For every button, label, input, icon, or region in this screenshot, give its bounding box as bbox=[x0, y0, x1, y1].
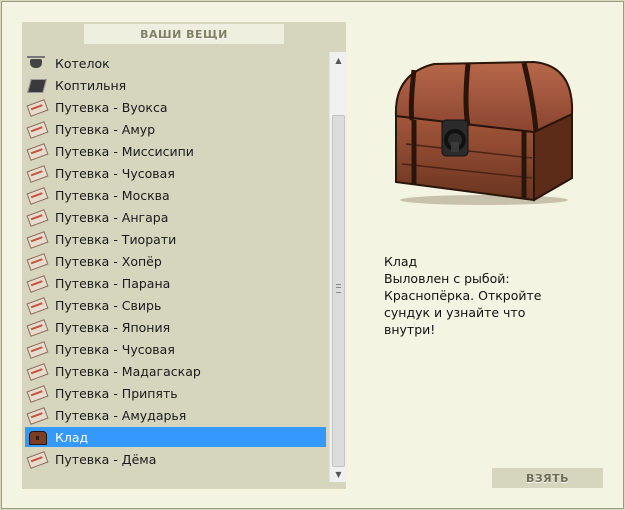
ticket-icon bbox=[26, 209, 49, 227]
list-item-label: Путевка - Амударья bbox=[55, 407, 187, 423]
ticket-icon bbox=[26, 297, 49, 315]
list-item[interactable]: Путевка - Хопёр bbox=[25, 251, 326, 271]
ticket-icon bbox=[26, 407, 49, 425]
list-item[interactable]: Путевка - Припять bbox=[25, 383, 326, 403]
ticket-icon bbox=[26, 319, 49, 337]
ticket-icon bbox=[26, 187, 49, 205]
panel-title: ВАШИ ВЕЩИ bbox=[84, 24, 284, 44]
list-item[interactable]: Путевка - Япония bbox=[25, 317, 326, 337]
list-item-label: Путевка - Амур bbox=[55, 121, 156, 137]
take-button[interactable]: ВЗЯТЬ bbox=[492, 468, 603, 488]
ticket-icon bbox=[26, 253, 49, 271]
ticket-icon bbox=[26, 231, 49, 249]
scroll-down-arrow-icon[interactable]: ▼ bbox=[330, 466, 347, 482]
list-item[interactable]: Путевка - Москва bbox=[25, 185, 326, 205]
ticket-icon bbox=[26, 385, 49, 403]
scrollbar-thumb[interactable] bbox=[332, 115, 345, 467]
list-item-label: Коптильня bbox=[55, 77, 127, 93]
description-line: сундук и узнайте что bbox=[384, 305, 526, 320]
list-item-label: Путевка - Чусовая bbox=[55, 165, 175, 181]
list-item[interactable]: Путевка - Парана bbox=[25, 273, 326, 293]
list-item[interactable]: Коптильня bbox=[25, 75, 326, 95]
treasure-chest-image bbox=[394, 60, 574, 205]
list-item[interactable]: Путевка - Свирь bbox=[25, 295, 326, 315]
list-item[interactable]: Путевка - Вуокса bbox=[25, 97, 326, 117]
list-item[interactable]: Путевка - Тиорати bbox=[25, 229, 326, 249]
list-item[interactable]: Путевка - Мадагаскар bbox=[25, 361, 326, 381]
list-item-label: Путевка - Свирь bbox=[55, 297, 162, 313]
list-item[interactable]: Путевка - Дёма bbox=[25, 449, 326, 469]
smoker-icon bbox=[27, 77, 47, 93]
list-item-label: Путевка - Чусовая bbox=[55, 341, 175, 357]
pot-icon bbox=[27, 55, 47, 71]
list-item-label: Путевка - Дёма bbox=[55, 451, 157, 467]
list-item[interactable]: Путевка - Амур bbox=[25, 119, 326, 139]
list-item-label: Путевка - Мадагаскар bbox=[55, 363, 201, 379]
scroll-up-arrow-icon[interactable]: ▲ bbox=[330, 52, 347, 68]
list-item-label: Путевка - Вуокса bbox=[55, 99, 168, 115]
items-list: Котелок Коптильня Путевка - Вуокса Путевка … bbox=[24, 52, 328, 482]
list-item-label: Путевка - Припять bbox=[55, 385, 178, 401]
description-line: внутри! bbox=[384, 322, 436, 337]
ticket-icon bbox=[26, 165, 49, 183]
list-scrollbar[interactable]: ▲ ▼ bbox=[329, 52, 347, 482]
description-line: Краснопёрка. Откройте bbox=[384, 288, 542, 303]
ticket-icon bbox=[26, 121, 49, 139]
list-item-label: Котелок bbox=[55, 55, 110, 71]
list-item-label: Путевка - Парана bbox=[55, 275, 171, 291]
ticket-icon bbox=[26, 363, 49, 381]
list-item[interactable]: Путевка - Миссисипи bbox=[25, 141, 326, 161]
item-description: Клад Выловлен с рыбой: Краснопёрка. Откр… bbox=[384, 253, 584, 338]
list-item[interactable]: Путевка - Чусовая bbox=[25, 339, 326, 359]
ticket-icon bbox=[26, 341, 49, 359]
list-item-label: Клад bbox=[55, 429, 89, 445]
list-item[interactable]: Путевка - Амударья bbox=[25, 405, 326, 425]
list-item[interactable]: Путевка - Чусовая bbox=[25, 163, 326, 183]
list-item-label: Путевка - Ангара bbox=[55, 209, 169, 225]
ticket-icon bbox=[26, 451, 49, 469]
list-item-label: Путевка - Москва bbox=[55, 187, 170, 203]
ticket-icon bbox=[26, 143, 49, 161]
list-item[interactable]: Клад bbox=[25, 427, 326, 447]
chest-icon bbox=[27, 429, 47, 445]
list-item-label: Путевка - Миссисипи bbox=[55, 143, 194, 159]
list-item[interactable]: Котелок bbox=[25, 53, 326, 73]
ticket-icon bbox=[26, 99, 49, 117]
item-name: Клад bbox=[384, 254, 418, 269]
description-line: Выловлен с рыбой: bbox=[384, 271, 510, 286]
list-item-label: Путевка - Япония bbox=[55, 319, 171, 335]
ticket-icon bbox=[26, 275, 49, 293]
list-item[interactable]: Путевка - Ангара bbox=[25, 207, 326, 227]
list-item-label: Путевка - Хопёр bbox=[55, 253, 162, 269]
grip-icon bbox=[336, 284, 341, 293]
list-item-label: Путевка - Тиорати bbox=[55, 231, 177, 247]
